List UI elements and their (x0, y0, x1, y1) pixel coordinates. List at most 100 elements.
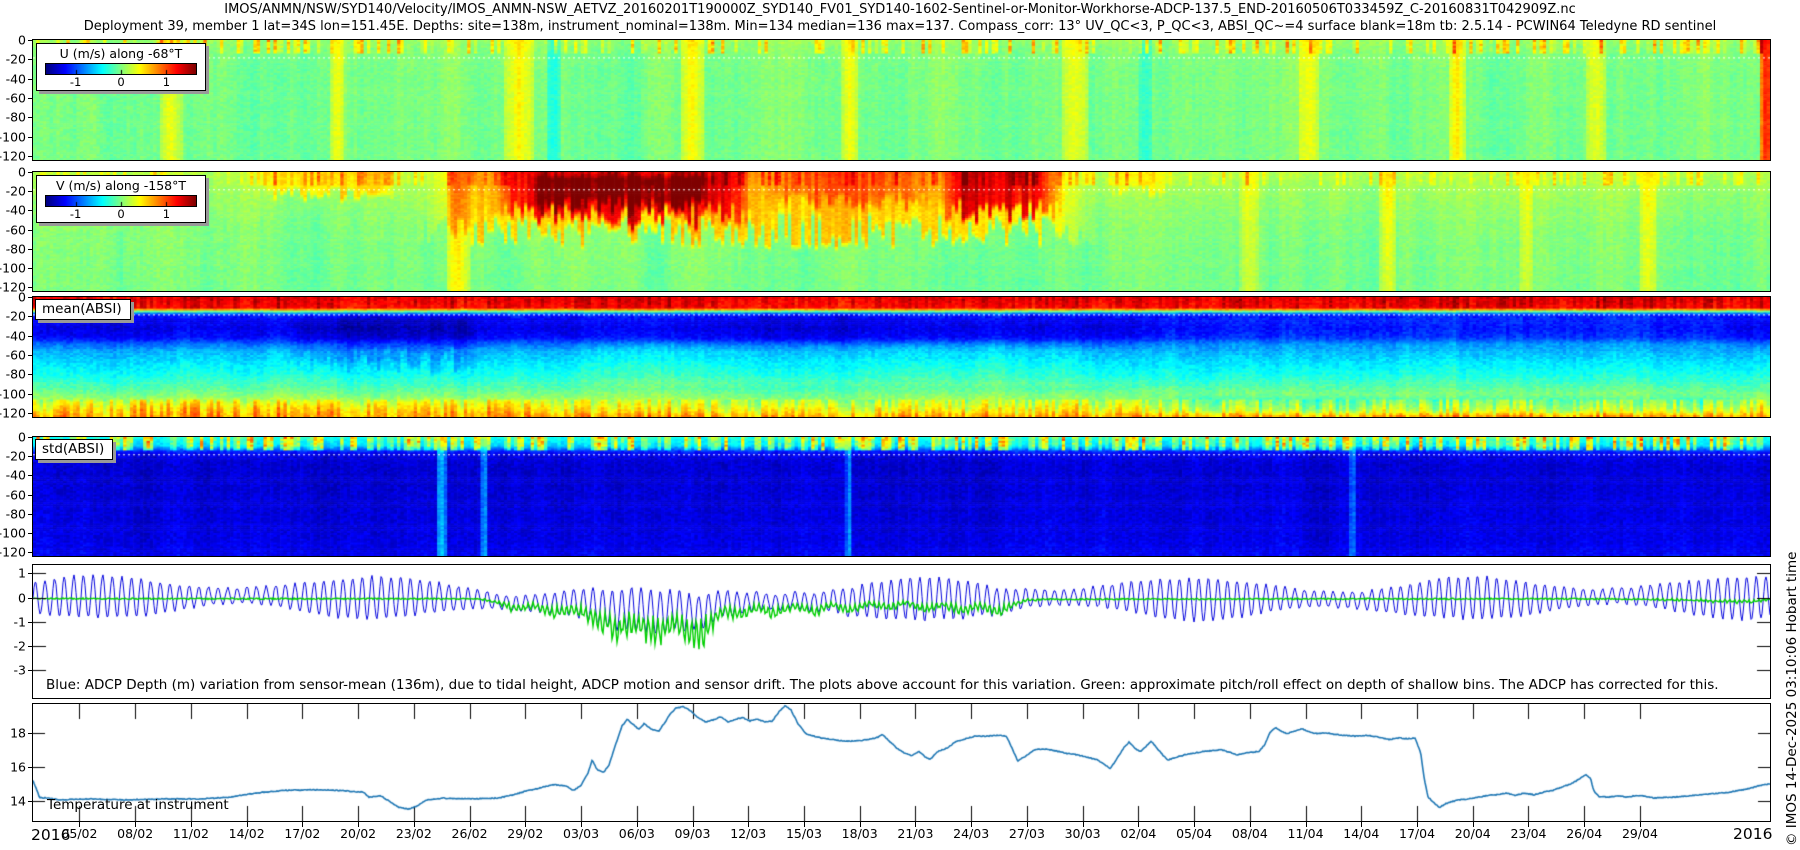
x-tick-mark (1250, 822, 1251, 827)
y-tick-mark (28, 456, 32, 457)
depth-variation-y-axis: 10-1-2-3 (0, 565, 32, 698)
y-tick-mark (28, 40, 32, 41)
x-tick-label: 08/04 (1232, 826, 1268, 841)
colorbar-tick-label: -1 (70, 207, 81, 221)
colorbar-tick-label: 1 (163, 75, 170, 89)
x-tick-mark (1640, 822, 1641, 827)
y-tick-mark (28, 156, 32, 157)
x-axis-year-right: 2016 (1733, 825, 1772, 843)
y-tick-label: -80 (6, 110, 26, 125)
x-tick-label: 05/04 (1176, 826, 1212, 841)
y-tick-label: -20 (6, 184, 26, 199)
x-tick-label: 11/02 (173, 826, 209, 841)
y-tick-mark (28, 297, 32, 298)
u-velocity-panel: U (m/s) along -68°T -101 (32, 39, 1771, 161)
y-tick-label: 0 (18, 33, 26, 48)
colorbar-tick-label: 1 (163, 207, 170, 221)
y-tick-mark (28, 268, 32, 269)
y-tick-label: 0 (18, 165, 26, 180)
mean-absi-panel: mean(ABSI) (32, 296, 1771, 418)
std-absi-label: std(ABSI) (35, 439, 113, 460)
x-tick-mark (637, 822, 638, 827)
u-depth-axis: 0-20-40-60-80-100-120 (0, 40, 32, 160)
x-tick-label: 12/03 (730, 826, 766, 841)
x-tick-label: 26/04 (1566, 826, 1602, 841)
x-tick-mark (79, 822, 80, 827)
x-tick-mark (581, 822, 582, 827)
y-tick-mark (28, 514, 32, 515)
x-tick-mark (135, 822, 136, 827)
y-tick-mark (28, 552, 32, 553)
x-tick-mark (1027, 822, 1028, 827)
y-tick-label: -40 (6, 71, 26, 86)
depth-variation-panel: Blue: ADCP Depth (m) variation from sens… (32, 564, 1771, 699)
u-legend-title: U (m/s) along -68°T (37, 46, 205, 62)
u-colorbar (45, 63, 197, 75)
v-depth-axis: 0-20-40-60-80-100-120 (0, 172, 32, 291)
y-tick-mark (28, 437, 32, 438)
y-tick-label: -80 (6, 241, 26, 256)
x-tick-label: 21/03 (897, 826, 933, 841)
y-tick-label: -100 (0, 386, 26, 401)
y-tick-label: -80 (6, 506, 26, 521)
x-tick-label: 15/03 (786, 826, 822, 841)
y-tick-label: -120 (0, 406, 26, 421)
y-tick-label: -100 (0, 129, 26, 144)
y-tick-mark (28, 316, 32, 317)
x-tick-mark (1584, 822, 1585, 827)
x-tick-label: 14/04 (1343, 826, 1379, 841)
u-colorbar-ticks: -101 (37, 75, 205, 89)
y-tick-mark (28, 598, 32, 599)
mean-absi-label: mean(ABSI) (35, 299, 131, 320)
y-tick-mark (28, 191, 32, 192)
x-tick-mark (1138, 822, 1139, 827)
adcp-figure: IMOS/ANMN/NSW/SYD140/Velocity/IMOS_ANMN-… (0, 0, 1800, 850)
x-tick-label: 27/03 (1009, 826, 1045, 841)
y-tick-label: -120 (0, 545, 26, 560)
x-tick-mark (1194, 822, 1195, 827)
y-tick-mark (28, 336, 32, 337)
x-tick-label: 09/03 (674, 826, 710, 841)
y-tick-label: -100 (0, 525, 26, 540)
x-tick-mark (1528, 822, 1529, 827)
x-tick-mark (1361, 822, 1362, 827)
watermark: © IMOS 14-Dec-2025 03:10:06 Hobart time (1784, 552, 1800, 846)
y-tick-label: -120 (0, 149, 26, 164)
x-tick-label: 17/02 (284, 826, 320, 841)
y-tick-label: -60 (6, 222, 26, 237)
x-tick-mark (414, 822, 415, 827)
x-tick-mark (247, 822, 248, 827)
colorbar-tick-label: 0 (117, 75, 124, 89)
y-tick-label: 0 (18, 430, 26, 445)
std-absi-panel: std(ABSI) (32, 436, 1771, 557)
y-tick-label: 0 (18, 290, 26, 305)
y-tick-mark (28, 230, 32, 231)
x-tick-label: 18/03 (842, 826, 878, 841)
mean-absi-depth-axis: 0-20-40-60-80-100-120 (0, 297, 32, 417)
depth-variation-description: Blue: ADCP Depth (m) variation from sens… (46, 677, 1719, 693)
y-tick-label: 14 (10, 793, 26, 808)
y-tick-mark (28, 287, 32, 288)
v-colorbar-legend: V (m/s) along -158°T -101 (36, 175, 206, 223)
x-tick-label: 29/04 (1622, 826, 1658, 841)
y-tick-label: -60 (6, 91, 26, 106)
x-tick-label: 23/04 (1510, 826, 1546, 841)
x-tick-mark (525, 822, 526, 827)
x-tick-mark (748, 822, 749, 827)
x-tick-mark (358, 822, 359, 827)
x-tick-mark (1083, 822, 1084, 827)
x-tick-mark (860, 822, 861, 827)
y-tick-mark (28, 622, 32, 623)
temperature-y-axis: 181614 (0, 704, 32, 821)
figure-subtitle: Deployment 39, member 1 lat=34S lon=151.… (0, 19, 1800, 34)
y-tick-mark (28, 117, 32, 118)
y-tick-mark (28, 98, 32, 99)
colorbar-tick-label: 0 (117, 207, 124, 221)
x-tick-mark (915, 822, 916, 827)
y-tick-mark (28, 172, 32, 173)
x-tick-label: 06/03 (619, 826, 655, 841)
x-tick-mark (971, 822, 972, 827)
x-tick-mark (1473, 822, 1474, 827)
y-tick-mark (28, 475, 32, 476)
x-tick-label: 17/04 (1399, 826, 1435, 841)
